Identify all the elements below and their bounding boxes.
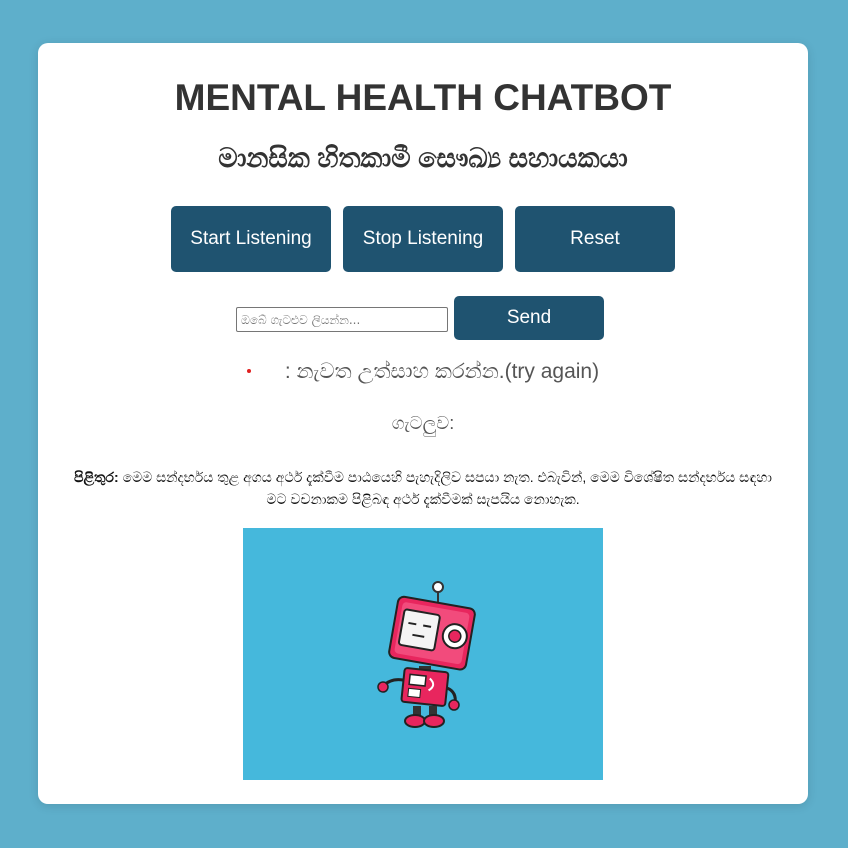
response-block: පිළිතුර: මෙම සන්දර්භය තුළ අගය අර්ථ දැක්ව… [68, 466, 778, 510]
robot-animation [243, 528, 603, 780]
problem-label: ගැටලුව: [391, 413, 455, 433]
page-subtitle: මානසික හිතකාමී සෞඛ්‍ය සහායකයා [218, 143, 628, 173]
page-title: MENTAL HEALTH CHATBOT [174, 77, 672, 118]
reset-button[interactable]: Reset [515, 206, 675, 272]
start-listening-button[interactable]: Start Listening [171, 206, 331, 272]
status-line: : නැවත උත්සාහ කරන්න.(try again) [38, 359, 808, 385]
response-prefix: පිළිතුර: [74, 469, 119, 485]
chatbot-card: MENTAL HEALTH CHATBOT මානසික හිතකාමී සෞඛ… [38, 43, 808, 804]
status-message: : නැවත උත්සාහ කරන්න.(try again) [284, 360, 600, 383]
stop-listening-button[interactable]: Stop Listening [343, 206, 503, 272]
response-text: මෙම සන්දර්භය තුළ අගය අර්ථ දැක්වීම පාඨයෙහ… [122, 469, 772, 507]
status-indicator-icon [246, 369, 251, 374]
robot-icon [377, 581, 476, 728]
problem-input[interactable] [236, 307, 448, 332]
send-button[interactable]: Send [454, 296, 604, 340]
